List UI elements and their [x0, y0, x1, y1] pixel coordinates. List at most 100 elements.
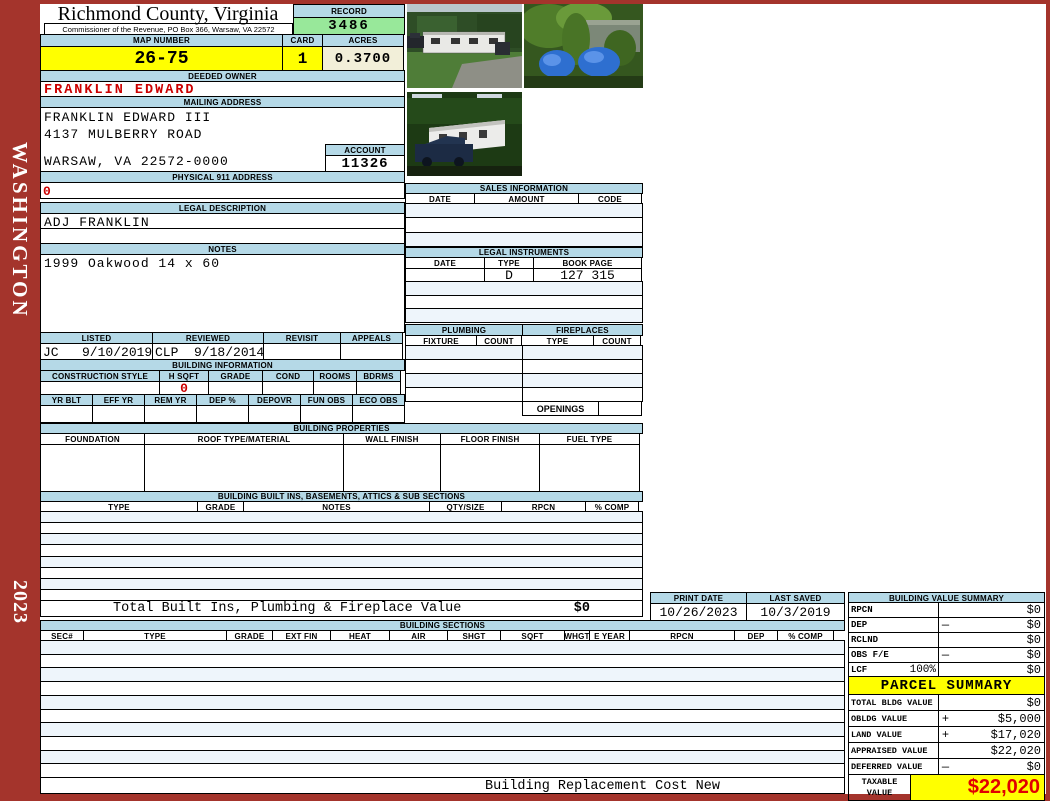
- print-date-value: 10/26/2023: [650, 603, 747, 621]
- acres-value: 0.3700: [322, 46, 404, 71]
- ps-appraised-label: APPRAISED VALUE: [851, 745, 928, 756]
- ps-row-appraised: APPRAISED VALUE $22,020: [848, 742, 1045, 759]
- account-value: 11326: [325, 155, 405, 172]
- card-value: 1: [282, 46, 323, 71]
- bdrms-value: [356, 381, 401, 395]
- building-section-row: [40, 640, 845, 655]
- bvs-rclnd-label: RCLND: [851, 635, 879, 645]
- building-sections-rows: [40, 640, 845, 779]
- bvs-lcf-pct: 100%: [909, 664, 936, 676]
- eco-obs-value: [352, 405, 405, 423]
- building-section-row: [40, 722, 845, 737]
- openings-value: [598, 401, 642, 416]
- depovr-value: [248, 405, 301, 423]
- plumbing-row: [405, 359, 523, 374]
- bvs-rpcn-value: $0: [1026, 603, 1041, 617]
- cond-value: [262, 381, 314, 395]
- bvs-row-rpcn: RPCN $0: [848, 602, 1045, 618]
- rooms-value: [313, 381, 357, 395]
- bvs-row-dep: DEP — $0: [848, 617, 1045, 633]
- bvs-rpcn-label: RPCN: [851, 605, 873, 615]
- building-section-row: [40, 667, 845, 683]
- deeded-owner-value: FRANKLIN EDWARD: [40, 81, 405, 98]
- mailing-line-1: FRANKLIN EDWARD III: [44, 110, 212, 125]
- ps-deferred-value: $0: [1026, 759, 1041, 774]
- spine-district-label: WASHINGTON: [8, 142, 32, 319]
- property-photo-side: [407, 92, 522, 176]
- ps-row-taxable: TAXABLE VALUE $22,020: [848, 774, 1045, 801]
- taxable-value-label: TAXABLE VALUE: [849, 775, 911, 800]
- ps-obldg-value: $5,000: [997, 711, 1041, 726]
- building-sections-footer: Building Replacement Cost New: [40, 777, 845, 794]
- built-ins-total-value: $0: [573, 601, 590, 616]
- reviewed-value: CLP 9/18/2014: [152, 343, 264, 360]
- openings-label: OPENINGS: [522, 401, 599, 416]
- sales-row: [405, 203, 643, 219]
- built-ins-total-label: Total Built Ins, Plumbing & Fireplace Va…: [113, 601, 462, 616]
- building-value-summary: RPCN $0 DEP — $0 RCLND $0 OBS F/E — $0 L…: [848, 602, 1045, 678]
- fireplace-row: [522, 359, 643, 374]
- ps-row-obldg: OBLDG VALUE + $5,000: [848, 710, 1045, 727]
- ps-deferred-op: —: [941, 759, 950, 774]
- building-section-row: [40, 735, 845, 751]
- ps-row-deferred: DEFERRED VALUE — $0: [848, 758, 1045, 775]
- construction-style-value: [40, 381, 160, 395]
- spine-year-label: 2023: [9, 580, 31, 624]
- legal-instrument-rows: [405, 281, 643, 324]
- ps-row-land: LAND VALUE + $17,020: [848, 726, 1045, 743]
- ps-appraised-value: $22,020: [990, 743, 1041, 758]
- ps-total-bldg-value: $0: [1026, 695, 1041, 710]
- foundation-value: [40, 444, 145, 492]
- roof-type-value: [144, 444, 344, 492]
- building-section-row: [40, 708, 845, 724]
- taxable-value: $22,020: [911, 775, 1044, 800]
- ps-total-bldg-label: TOTAL BLDG VALUE: [851, 697, 933, 708]
- ps-land-value: $17,020: [990, 727, 1041, 742]
- ps-row-total-bldg: TOTAL BLDG VALUE $0: [848, 694, 1045, 711]
- record-label: RECORD: [293, 4, 405, 18]
- fireplace-row: [522, 345, 643, 360]
- fun-obs-value: [300, 405, 353, 423]
- bvs-row-rclnd: RCLND $0: [848, 632, 1045, 648]
- bvs-obs-op: —: [941, 648, 950, 662]
- plumbing-row: [405, 387, 523, 402]
- sales-row: [405, 231, 643, 247]
- mailing-line-2: 4137 MULBERRY ROAD: [44, 127, 203, 142]
- parcel-summary-title: PARCEL SUMMARY: [848, 676, 1045, 696]
- dep-pct-value: [196, 405, 249, 423]
- bvs-dep-value: $0: [1026, 618, 1041, 632]
- revisit-value: [263, 343, 341, 360]
- legal-instrument-row: [405, 281, 643, 296]
- rem-yr-value: [144, 405, 197, 423]
- ps-land-label: LAND VALUE: [851, 729, 903, 740]
- property-photo-rear: [524, 4, 643, 88]
- built-ins-rows: [40, 511, 643, 601]
- parcel-summary: TOTAL BLDG VALUE $0 OBLDG VALUE + $5,000…: [848, 694, 1045, 801]
- built-ins-total-row: Total Built Ins, Plumbing & Fireplace Va…: [40, 600, 643, 617]
- bvs-lcf-value: $0: [1026, 663, 1041, 677]
- bvs-obs-label: OBS F/E: [851, 650, 889, 660]
- building-section-row: [40, 749, 845, 765]
- ps-land-op: +: [941, 727, 950, 742]
- record-card: Richmond County, Virginia Commissioner o…: [40, 3, 1046, 801]
- plumbing-rows: [405, 345, 523, 402]
- grade-value: [208, 381, 263, 395]
- bvs-dep-op: —: [941, 618, 950, 632]
- physical-911-value: 0: [40, 182, 405, 199]
- listed-value: JC 9/10/2019: [40, 343, 153, 360]
- bvs-obs-value: $0: [1026, 648, 1041, 662]
- fireplace-row: [522, 387, 643, 402]
- building-section-row: [40, 763, 845, 779]
- h-sqft-value: 0: [159, 381, 209, 396]
- appeals-value: [340, 343, 403, 360]
- bvs-lcf-label: LCF: [851, 665, 868, 675]
- ps-obldg-op: +: [941, 711, 950, 726]
- legal-description-value: ADJ FRANKLIN: [41, 214, 404, 230]
- map-number-value: 26-75: [40, 46, 283, 71]
- sales-rows: [405, 203, 643, 247]
- bvs-rclnd-value: $0: [1026, 633, 1041, 647]
- fireplace-rows: [522, 345, 643, 402]
- plumbing-row: [405, 373, 523, 388]
- last-saved-value: 10/3/2019: [746, 603, 845, 621]
- building-section-row: [40, 681, 845, 696]
